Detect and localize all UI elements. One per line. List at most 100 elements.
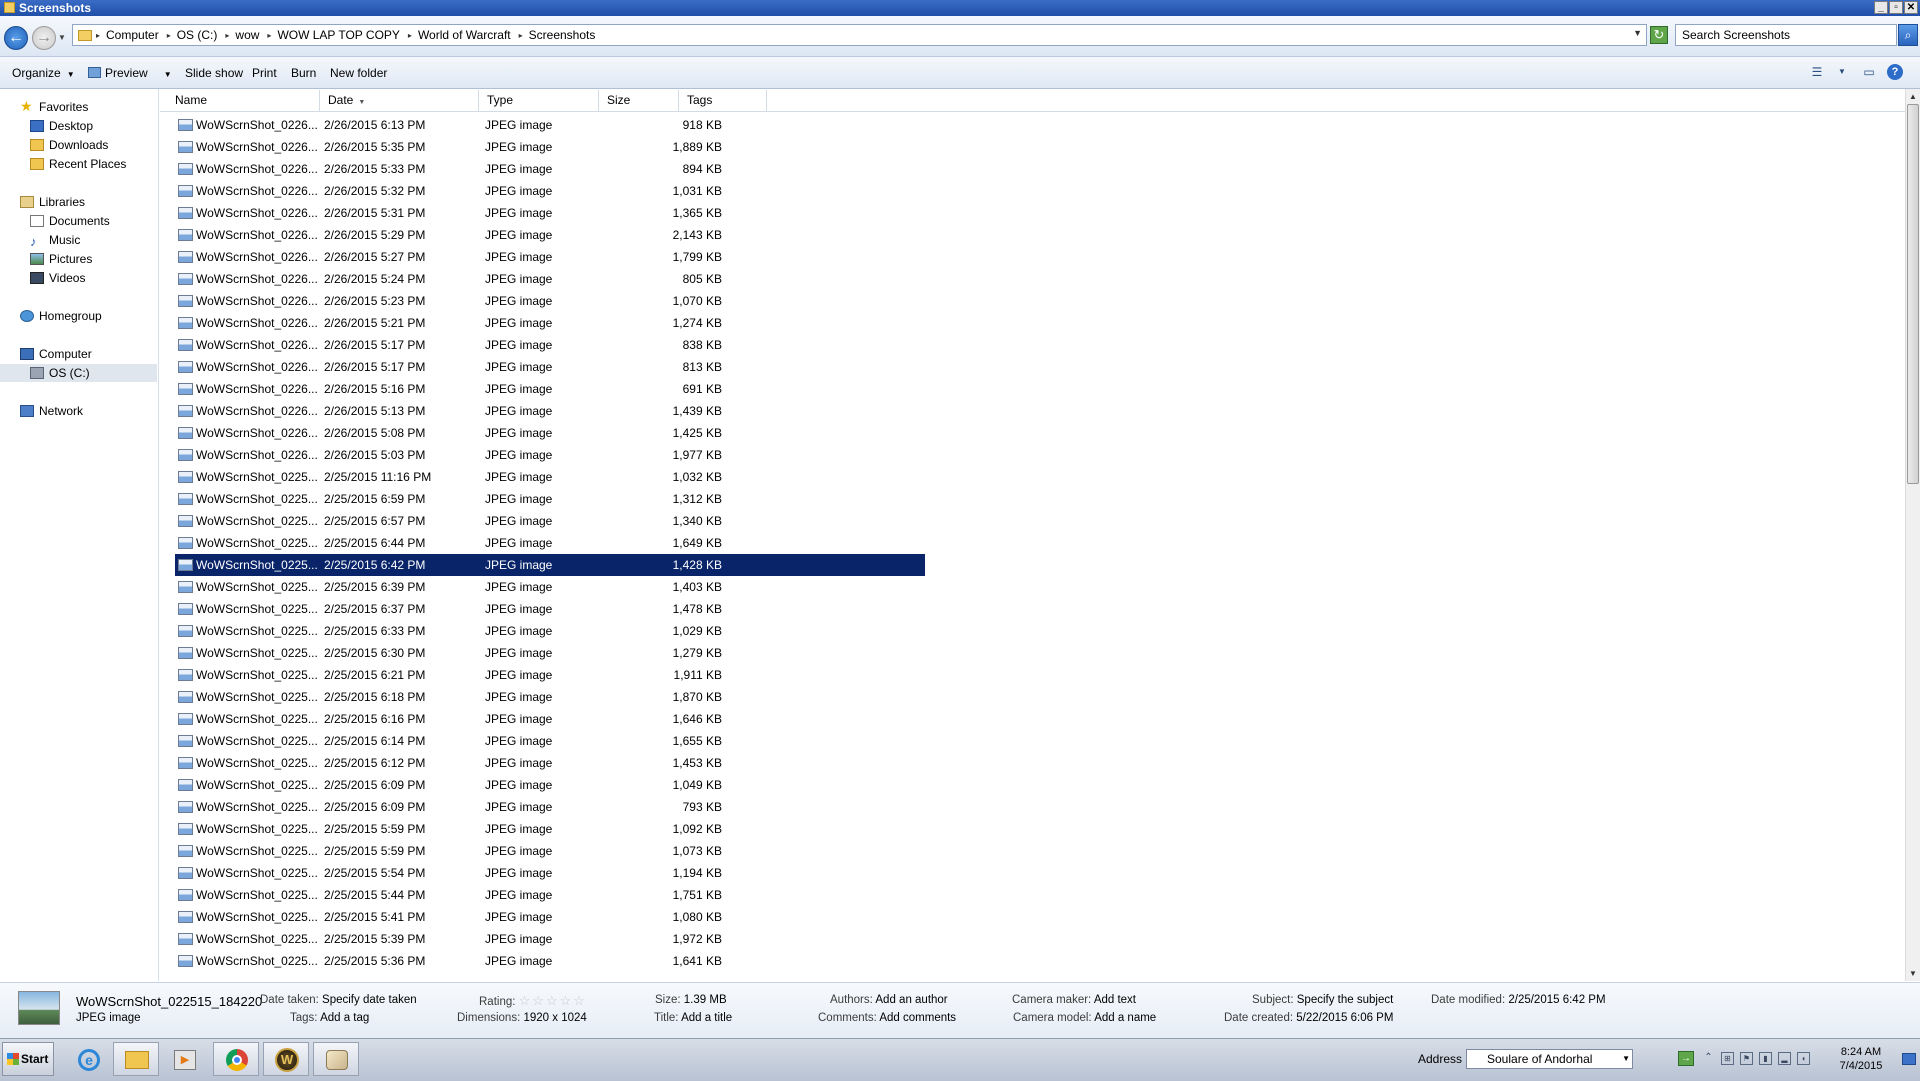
table-row[interactable]: WoWScrnShot_0226... 2/26/2015 6:13 PM JPEG… xyxy=(175,114,925,136)
close-button[interactable]: ✕ xyxy=(1904,1,1918,14)
power-icon[interactable]: ▮ xyxy=(1759,1052,1772,1065)
details-camera-model[interactable]: Camera model: Add a name xyxy=(1013,1012,1156,1024)
table-row[interactable]: WoWScrnShot_0226... 2/26/2015 5:23 PM JPEG… xyxy=(175,290,925,312)
taskbar-media-player-button[interactable]: ▶ xyxy=(161,1042,207,1076)
scroll-thumb[interactable] xyxy=(1907,104,1919,484)
table-row[interactable]: WoWScrnShot_0226... 2/26/2015 5:32 PM JPEG… xyxy=(175,180,925,202)
nav-os-c[interactable]: OS (C:) xyxy=(0,364,157,382)
table-row[interactable]: WoWScrnShot_0225... 2/25/2015 6:16 PM JPEG… xyxy=(175,708,925,730)
table-row[interactable]: WoWScrnShot_0225... 2/25/2015 6:59 PM JPEG… xyxy=(175,488,925,510)
search-button[interactable]: ⌕ xyxy=(1898,24,1918,46)
column-type[interactable]: Type xyxy=(479,90,599,111)
slideshow-button[interactable]: Slide show xyxy=(185,66,243,80)
table-row[interactable]: WoWScrnShot_0225... 2/25/2015 5:41 PM JPEG… xyxy=(175,906,925,928)
window-titlebar[interactable]: Screenshots _ ▫ ✕ xyxy=(0,0,1920,16)
table-row[interactable]: WoWScrnShot_0225... 2/25/2015 6:39 PM JPEG… xyxy=(175,576,925,598)
table-row[interactable]: WoWScrnShot_0225... 2/25/2015 6:33 PM JPEG… xyxy=(175,620,925,642)
taskbar-explorer-button[interactable] xyxy=(113,1042,159,1076)
column-name[interactable]: Name xyxy=(165,90,320,111)
table-row[interactable]: WoWScrnShot_0225... 2/25/2015 6:12 PM JPEG… xyxy=(175,752,925,774)
table-row[interactable]: WoWScrnShot_0225... 2/25/2015 5:44 PM JPEG… xyxy=(175,884,925,906)
scroll-up-button[interactable]: ▲ xyxy=(1906,89,1920,104)
organize-button[interactable]: Organize ▼ xyxy=(12,66,75,80)
details-subject[interactable]: Subject: Specify the subject xyxy=(1252,994,1393,1006)
table-row[interactable]: WoWScrnShot_0226... 2/26/2015 5:21 PM JPEG… xyxy=(175,312,925,334)
breadcrumb-osc[interactable]: ▸ OS (C:) xyxy=(167,28,218,42)
table-row[interactable]: WoWScrnShot_0226... 2/26/2015 5:35 PM JPEG… xyxy=(175,136,925,158)
nav-desktop[interactable]: Desktop xyxy=(30,117,93,135)
table-row[interactable]: WoWScrnShot_0226... 2/26/2015 5:03 PM JPEG… xyxy=(175,444,925,466)
table-row[interactable]: WoWScrnShot_0226... 2/26/2015 5:17 PM JPEG… xyxy=(175,356,925,378)
breadcrumb-computer[interactable]: ▸ Computer xyxy=(96,28,159,42)
breadcrumb-wow-laptop-copy[interactable]: ▸ WOW LAP TOP COPY xyxy=(267,28,400,42)
details-camera-maker[interactable]: Camera maker: Add text xyxy=(1012,994,1136,1006)
details-tags[interactable]: Tags: Add a tag xyxy=(290,1012,369,1024)
table-row[interactable]: WoWScrnShot_0226... 2/26/2015 5:17 PM JPEG… xyxy=(175,334,925,356)
taskbar-address-input[interactable]: Soulare of Andorhal ▼ xyxy=(1466,1049,1633,1069)
print-button[interactable]: Print xyxy=(252,66,277,80)
details-rating[interactable]: Rating: ☆☆☆☆☆ xyxy=(479,993,587,1009)
table-row[interactable]: WoWScrnShot_0226... 2/26/2015 5:33 PM JPEG… xyxy=(175,158,925,180)
table-row[interactable]: WoWScrnShot_0225... 2/25/2015 6:37 PM JPEG… xyxy=(175,598,925,620)
table-row[interactable]: WoWScrnShot_0225... 2/25/2015 6:09 PM JPEG… xyxy=(175,796,925,818)
nav-recent-places[interactable]: Recent Places xyxy=(30,155,126,173)
nav-music[interactable]: ♪ Music xyxy=(30,231,80,249)
recent-pages-dropdown[interactable]: ▼ xyxy=(58,33,66,42)
address-dropdown-button[interactable]: ▼ xyxy=(1633,28,1642,38)
preview-button[interactable]: Preview ▼ xyxy=(88,66,172,80)
table-row[interactable]: WoWScrnShot_0226... 2/26/2015 5:16 PM JPEG… xyxy=(175,378,925,400)
address-bar[interactable]: ▸ Computer ▸ OS (C:) ▸ wow ▸ WOW LAP TOP COP… xyxy=(72,24,1647,46)
minimize-button[interactable]: _ xyxy=(1874,1,1888,14)
table-row[interactable]: WoWScrnShot_0225... 2/25/2015 5:39 PM JPEG… xyxy=(175,928,925,950)
table-row[interactable]: WoWScrnShot_0225... 2/25/2015 11:16 PM JPE… xyxy=(175,466,925,488)
preview-pane-icon[interactable]: ▭ xyxy=(1860,63,1878,81)
nav-pictures[interactable]: Pictures xyxy=(30,250,92,268)
breadcrumb-world-of-warcraft[interactable]: ▸ World of Warcraft xyxy=(408,28,511,42)
action-center-flag-icon[interactable]: ⚑ xyxy=(1740,1052,1753,1065)
table-row[interactable]: WoWScrnShot_0225... 2/25/2015 6:18 PM JPEG… xyxy=(175,686,925,708)
rating-stars-icon[interactable]: ☆☆☆☆☆ xyxy=(519,993,587,1008)
taskbar-chrome-button[interactable] xyxy=(213,1042,259,1076)
table-row[interactable]: WoWScrnShot_0225... 2/25/2015 6:14 PM JPEG… xyxy=(175,730,925,752)
table-row[interactable]: WoWScrnShot_0225... 2/25/2015 6:57 PM JPEG… xyxy=(175,510,925,532)
table-row[interactable]: WoWScrnShot_0226... 2/26/2015 5:24 PM JPEG… xyxy=(175,268,925,290)
back-button[interactable]: ← xyxy=(4,26,28,50)
table-row[interactable]: WoWScrnShot_0225... 2/25/2015 6:30 PM JPEG… xyxy=(175,642,925,664)
column-size[interactable]: Size xyxy=(599,90,679,111)
address-go-button[interactable]: → xyxy=(1678,1051,1694,1066)
table-row[interactable]: WoWScrnShot_0225... 2/25/2015 6:44 PM JPEG… xyxy=(175,532,925,554)
taskbar-paint-button[interactable] xyxy=(313,1042,359,1076)
forward-button[interactable]: → xyxy=(32,26,56,50)
table-row[interactable]: WoWScrnShot_0226... 2/26/2015 5:27 PM JPEG… xyxy=(175,246,925,268)
details-date-taken[interactable]: Date taken: Specify date taken xyxy=(260,994,417,1006)
nav-favorites[interactable]: ★ Favorites xyxy=(20,97,88,115)
view-options-icon[interactable]: ☰ xyxy=(1808,63,1826,81)
table-row[interactable]: WoWScrnShot_0226... 2/26/2015 5:31 PM JPEG… xyxy=(175,202,925,224)
windows-tray-icon[interactable]: ⊞ xyxy=(1721,1052,1734,1065)
view-dropdown-button[interactable]: ▼ xyxy=(1833,63,1851,81)
show-desktop-button[interactable] xyxy=(1902,1053,1916,1065)
taskbar-wow-button[interactable]: W xyxy=(263,1042,309,1076)
nav-computer[interactable]: Computer xyxy=(20,345,92,363)
network-signal-icon[interactable]: ▂ xyxy=(1778,1052,1791,1065)
column-date[interactable]: Date ▼ xyxy=(320,90,479,111)
table-row[interactable]: WoWScrnShot_0225... 2/25/2015 5:36 PM JPEG… xyxy=(175,950,925,972)
start-button[interactable]: Start xyxy=(2,1042,54,1076)
volume-icon[interactable]: ◖ xyxy=(1797,1052,1810,1065)
chevron-down-icon[interactable]: ▼ xyxy=(1622,1050,1630,1068)
nav-documents[interactable]: Documents xyxy=(30,212,110,230)
file-list[interactable]: WoWScrnShot_0226... 2/26/2015 6:13 PM JPEG… xyxy=(160,112,1905,978)
taskbar-clock[interactable]: 8:24 AM 7/4/2015 xyxy=(1836,1045,1886,1073)
table-row[interactable]: WoWScrnShot_0225... 2/25/2015 5:59 PM JPEG… xyxy=(175,840,925,862)
column-tags[interactable]: Tags xyxy=(679,90,767,111)
details-title[interactable]: Title: Add a title xyxy=(654,1012,732,1024)
search-input[interactable]: Search Screenshots xyxy=(1675,24,1897,46)
vertical-scrollbar[interactable]: ▲ ▼ xyxy=(1905,89,1920,981)
table-row[interactable]: WoWScrnShot_0225... 2/25/2015 5:59 PM JPEG… xyxy=(175,818,925,840)
help-icon[interactable]: ? xyxy=(1887,64,1903,80)
table-row[interactable]: WoWScrnShot_0225... 2/25/2015 5:54 PM JPEG… xyxy=(175,862,925,884)
nav-downloads[interactable]: Downloads xyxy=(30,136,108,154)
nav-network[interactable]: Network xyxy=(20,402,83,420)
table-row[interactable]: WoWScrnShot_0225... 2/25/2015 6:09 PM JPEG… xyxy=(175,774,925,796)
maximize-button[interactable]: ▫ xyxy=(1889,1,1903,14)
